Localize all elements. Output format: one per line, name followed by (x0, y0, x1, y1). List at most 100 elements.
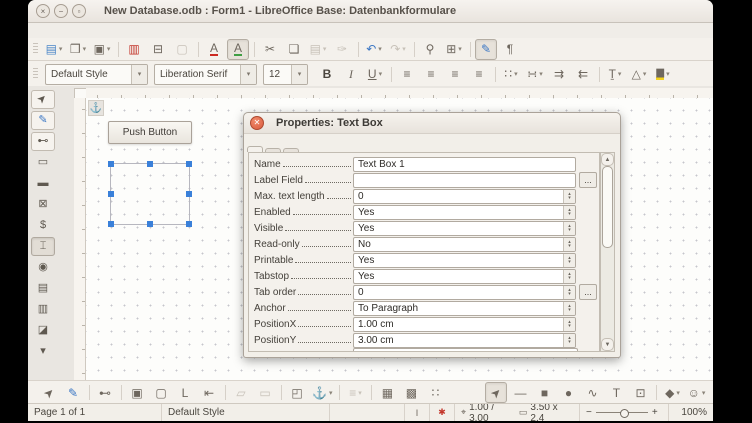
underline-button[interactable]: U▾ (364, 64, 386, 85)
spin-buttons[interactable]: ▴▾ (563, 238, 575, 251)
scroll-up-icon[interactable]: ▲ (601, 153, 614, 166)
insert-table-button[interactable]: ⊞▾ (443, 39, 465, 60)
design-mode-button[interactable]: ✎ (31, 111, 55, 130)
italic-button[interactable]: I (340, 64, 362, 85)
highlighting-button[interactable]: A (227, 39, 249, 60)
toolbar-grip[interactable] (33, 43, 38, 55)
list-box-button[interactable]: ▤ (31, 279, 55, 298)
find-replace-button[interactable]: ⚲ (419, 39, 441, 60)
font-name-combo[interactable]: Liberation Serif ▾ (154, 64, 257, 85)
property-field[interactable]: Yes ▴▾ (353, 205, 576, 220)
combo-dropdown-icon[interactable]: ▾ (291, 65, 307, 84)
anchor-menu-button[interactable]: ⚓▾ (310, 382, 334, 403)
spin-buttons[interactable]: ▴▾ (563, 318, 575, 331)
dropdown-caret-icon[interactable]: ▾ (514, 70, 518, 78)
property-field[interactable]: To Paragraph ▴▾ (353, 301, 576, 316)
symbol-shapes-button[interactable]: ☺▾ (685, 382, 707, 403)
justify-button[interactable]: ≡ (468, 64, 490, 85)
zoom-out-icon[interactable]: − (586, 407, 592, 418)
dropdown-caret-icon[interactable]: ▾ (618, 70, 622, 78)
new-form-button[interactable]: ▤▾ (43, 39, 65, 60)
spin-buttons[interactable]: ▴▾ (563, 302, 575, 315)
check-box-button[interactable]: ⊠ (31, 195, 55, 214)
dropdown-caret-icon[interactable]: ▾ (379, 70, 383, 78)
property-field[interactable]: 1.00 cm ▴▾ (353, 317, 576, 332)
minimize-button[interactable]: − (54, 4, 68, 18)
undo-button[interactable]: ↶▾ (363, 39, 385, 60)
scrollbar-thumb[interactable] (602, 166, 613, 248)
dropdown-caret-icon[interactable]: ▾ (402, 45, 406, 53)
spin-buttons[interactable]: ▴▾ (563, 334, 575, 347)
property-field[interactable]: Yes ▴▾ (353, 221, 576, 236)
maximize-button[interactable]: ▫ (72, 4, 86, 18)
combo-dropdown-icon[interactable]: ▾ (131, 65, 147, 84)
dropdown-caret-icon[interactable]: ▾ (358, 389, 362, 397)
align-button[interactable]: ≡▾ (344, 382, 366, 403)
property-field[interactable]: No ▴▾ (353, 237, 576, 252)
open-button[interactable]: ❒▾ (67, 39, 89, 60)
formatted-field-button[interactable]: $ (31, 216, 55, 235)
rectangle-button[interactable]: ■ (533, 382, 555, 403)
add-field-button[interactable]: ▭ (254, 382, 276, 403)
spin-buttons[interactable]: ▴▾ (563, 254, 575, 267)
property-field[interactable]: 0 ▴▾ (353, 285, 576, 300)
text-box-button[interactable]: ⌶ (31, 237, 55, 256)
zoom-in-icon[interactable]: + (652, 407, 658, 418)
design-mode-button[interactable]: ✎ (475, 39, 497, 60)
formatting-marks-button[interactable]: ¶ (499, 39, 521, 60)
align-center-button[interactable]: ≡ (420, 64, 442, 85)
numbered-list-button[interactable]: ∺▾ (524, 64, 546, 85)
basic-shapes-button[interactable]: ◆▾ (661, 382, 683, 403)
dialog-close-button[interactable]: ✕ (250, 116, 264, 130)
helplines-button[interactable]: ∷ (424, 382, 446, 403)
form-wizard-button[interactable]: ⊷ (31, 132, 55, 151)
control-properties-button[interactable]: ▢ (150, 382, 172, 403)
dropdown-caret-icon[interactable]: ▾ (83, 45, 87, 53)
dropdown-caret-icon[interactable]: ▾ (702, 389, 706, 397)
position-size-button[interactable]: L (174, 382, 196, 403)
dropdown-caret-icon[interactable]: ▾ (676, 389, 680, 397)
dropdown-caret-icon[interactable]: ▾ (323, 45, 327, 53)
dropdown-caret-icon[interactable]: ▾ (643, 70, 647, 78)
export-pdf-button[interactable]: ▥ (123, 39, 145, 60)
push-button-control[interactable]: Push Button (108, 121, 192, 144)
more-controls-button[interactable]: ▾ (31, 342, 55, 361)
text-effects-button[interactable]: △▾ (628, 64, 650, 85)
resize-handle[interactable] (108, 191, 114, 197)
property-field[interactable]: Yes ▴▾ (353, 269, 576, 284)
bold-button[interactable]: B (316, 64, 338, 85)
resize-handle[interactable] (186, 221, 192, 227)
design-mode-button[interactable]: ✎ (62, 382, 84, 403)
property-field[interactable]: 0 ▴▾ (353, 189, 576, 204)
activation-order-button[interactable]: ▱ (230, 382, 252, 403)
clone-formatting-button[interactable]: ✑ (331, 39, 353, 60)
zoom-track[interactable] (596, 412, 648, 413)
line-button[interactable]: — (509, 382, 531, 403)
block-arrows-button[interactable]: ↔▾ (709, 382, 713, 403)
browse-button[interactable]: ... (579, 284, 597, 300)
copy-button[interactable]: ❏ (283, 39, 305, 60)
combo-dropdown-icon[interactable]: ▾ (240, 65, 256, 84)
highlight-color-button[interactable]: ▆▾ (652, 64, 674, 85)
property-field[interactable] (353, 173, 576, 188)
insert-frame-button[interactable]: ⊡ (629, 382, 651, 403)
form-wizard-button[interactable]: ⊷ (94, 382, 116, 403)
push-button-button[interactable]: ▬ (31, 174, 55, 193)
resize-handle[interactable] (147, 161, 153, 167)
cut-button[interactable]: ✂ (259, 39, 281, 60)
decrease-indent-button[interactable]: ⇇ (572, 64, 594, 85)
spin-buttons[interactable]: ▴▾ (563, 270, 575, 283)
increase-indent-button[interactable]: ⇉ (548, 64, 570, 85)
resize-handle[interactable] (186, 191, 192, 197)
toolbar-grip[interactable] (33, 68, 38, 80)
print-preview-button[interactable]: ▢ (171, 39, 193, 60)
selected-text-box-control[interactable] (110, 163, 190, 225)
resize-handle[interactable] (108, 161, 114, 167)
group-button[interactable]: ◰ (286, 382, 308, 403)
dropdown-caret-icon[interactable]: ▾ (666, 70, 670, 78)
property-field[interactable]: Text Box 1 (353, 157, 576, 172)
combo-box-button[interactable]: ▥ (31, 300, 55, 319)
spin-buttons[interactable]: ▴▾ (563, 286, 575, 299)
paste-button[interactable]: ▤▾ (307, 39, 329, 60)
dialog-titlebar[interactable]: ✕ Properties: Text Box (244, 113, 620, 134)
